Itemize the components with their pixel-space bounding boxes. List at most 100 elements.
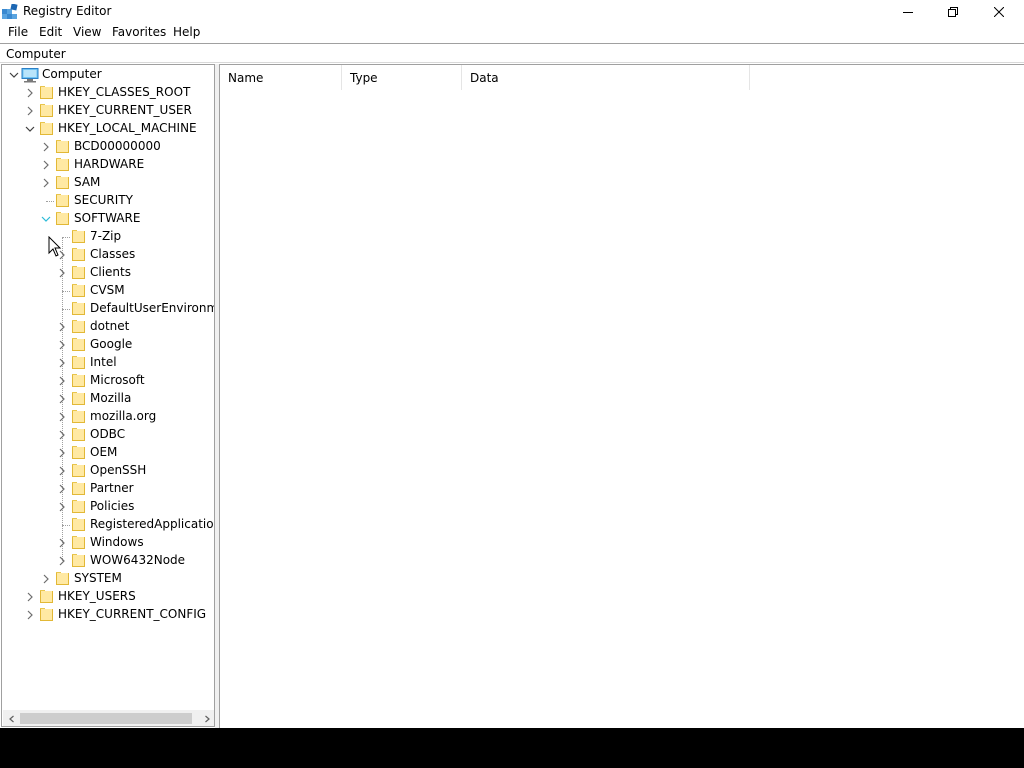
folder-icon: [72, 374, 85, 388]
tree-item-mozilla-org[interactable]: mozilla.org: [2, 408, 214, 426]
folder-icon: [72, 302, 85, 316]
close-button[interactable]: [976, 0, 1021, 23]
chevron-right-icon[interactable]: [56, 465, 68, 477]
menu-edit[interactable]: Edit: [39, 25, 62, 39]
tree-label: Google: [90, 337, 133, 351]
chevron-right-icon[interactable]: [56, 537, 68, 549]
chevron-right-icon[interactable]: [56, 375, 68, 387]
values-list-pane[interactable]: Name Type Data: [219, 64, 1024, 728]
tree-item-software[interactable]: SOFTWARE: [2, 210, 214, 228]
chevron-right-icon[interactable]: [40, 141, 52, 153]
menu-favorites[interactable]: Favorites: [112, 25, 166, 39]
folder-icon: [72, 392, 85, 406]
folder-icon: [72, 266, 85, 280]
folder-icon: [72, 230, 85, 244]
tree-item-wow6432node[interactable]: WOW6432Node: [2, 552, 214, 570]
tree-label: Microsoft: [90, 373, 145, 387]
tree-item-classes[interactable]: Classes: [2, 246, 214, 264]
tree-item-openssh[interactable]: OpenSSH: [2, 462, 214, 480]
column-header-type[interactable]: Type: [342, 65, 462, 90]
title-bar[interactable]: Registry Editor: [0, 0, 1024, 23]
tree-label: BCD00000000: [74, 139, 161, 153]
address-bar[interactable]: Computer: [0, 43, 1024, 63]
address-input[interactable]: Computer: [6, 47, 66, 61]
chevron-right-icon[interactable]: [56, 501, 68, 513]
folder-icon: [72, 554, 85, 568]
tree-label: Policies: [90, 499, 135, 513]
minimize-icon: [902, 11, 913, 13]
chevron-right-icon[interactable]: [40, 177, 52, 189]
menu-file[interactable]: File: [8, 25, 28, 39]
minimize-button[interactable]: [885, 0, 930, 23]
chevron-right-icon[interactable]: [40, 159, 52, 171]
tree-item-oem[interactable]: OEM: [2, 444, 214, 462]
column-header-name[interactable]: Name: [220, 65, 342, 90]
chevron-right-icon[interactable]: [24, 87, 36, 99]
chevron-down-icon[interactable]: [24, 123, 36, 135]
chevron-right-icon[interactable]: [56, 357, 68, 369]
folder-icon: [72, 320, 85, 334]
tree-item-policies[interactable]: Policies: [2, 498, 214, 516]
tree-item-microsoft[interactable]: Microsoft: [2, 372, 214, 390]
chevron-down-icon[interactable]: [40, 213, 52, 225]
tree-item-security[interactable]: SECURITY: [2, 192, 214, 210]
tree-item-defaultuserenvironment[interactable]: DefaultUserEnvironmen: [2, 300, 214, 318]
tree-item-registeredapplications[interactable]: RegisteredApplications: [2, 516, 214, 534]
folder-icon: [40, 608, 53, 622]
tree-item-hkey-classes-root[interactable]: HKEY_CLASSES_ROOT: [2, 84, 214, 102]
tree-item-hkey-current-config[interactable]: HKEY_CURRENT_CONFIG: [2, 606, 214, 624]
key-tree-pane[interactable]: Computer HKEY_CLASSES_ROOT HKEY_CURRENT_…: [1, 64, 215, 727]
column-header-label: Data: [470, 71, 499, 85]
scrollbar-thumb[interactable]: [20, 713, 192, 724]
folder-icon: [72, 284, 85, 298]
chevron-right-icon[interactable]: [56, 483, 68, 495]
folder-icon: [56, 140, 69, 154]
tree-item-mozilla[interactable]: Mozilla: [2, 390, 214, 408]
tree-item-google[interactable]: Google: [2, 336, 214, 354]
chevron-right-icon[interactable]: [24, 609, 36, 621]
folder-icon: [72, 500, 85, 514]
chevron-right-icon[interactable]: [56, 321, 68, 333]
tree-item-dotnet[interactable]: dotnet: [2, 318, 214, 336]
tree-item-clients[interactable]: Clients: [2, 264, 214, 282]
chevron-right-icon[interactable]: [56, 447, 68, 459]
menu-help[interactable]: Help: [173, 25, 200, 39]
chevron-right-icon[interactable]: [56, 339, 68, 351]
horizontal-scrollbar[interactable]: [3, 710, 214, 726]
chevron-right-icon[interactable]: [56, 267, 68, 279]
menu-view[interactable]: View: [73, 25, 101, 39]
chevron-right-icon[interactable]: [56, 555, 68, 567]
tree-item-windows[interactable]: Windows: [2, 534, 214, 552]
scroll-right-button[interactable]: [198, 710, 214, 726]
tree-item-7-zip[interactable]: 7-Zip: [2, 228, 214, 246]
tree-item-sam[interactable]: SAM: [2, 174, 214, 192]
tree-item-hkey-current-user[interactable]: HKEY_CURRENT_USER: [2, 102, 214, 120]
folder-icon: [40, 590, 53, 604]
tree-label: Intel: [90, 355, 117, 369]
chevron-down-icon[interactable]: [8, 69, 20, 81]
tree-label: 7-Zip: [90, 229, 122, 243]
scroll-left-button[interactable]: [3, 710, 20, 726]
chevron-right-icon[interactable]: [24, 105, 36, 117]
tree-item-hardware[interactable]: HARDWARE: [2, 156, 214, 174]
tree-label: Clients: [90, 265, 131, 279]
tree-item-hkey-local-machine[interactable]: HKEY_LOCAL_MACHINE: [2, 120, 214, 138]
tree-item-intel[interactable]: Intel: [2, 354, 214, 372]
folder-icon: [72, 536, 85, 550]
column-header-data[interactable]: Data: [462, 65, 750, 90]
tree-label: dotnet: [90, 319, 130, 333]
tree-item-bcd00000000[interactable]: BCD00000000: [2, 138, 214, 156]
tree-item-partner[interactable]: Partner: [2, 480, 214, 498]
chevron-right-icon[interactable]: [56, 411, 68, 423]
chevron-right-icon[interactable]: [56, 429, 68, 441]
restore-button[interactable]: [930, 0, 975, 23]
chevron-right-icon[interactable]: [24, 591, 36, 603]
chevron-right-icon[interactable]: [40, 573, 52, 585]
tree-item-hkey-users[interactable]: HKEY_USERS: [2, 588, 214, 606]
tree-item-cvsm[interactable]: CVSM: [2, 282, 214, 300]
folder-icon: [72, 446, 85, 460]
tree-item-odbc[interactable]: ODBC: [2, 426, 214, 444]
tree-item-system[interactable]: SYSTEM: [2, 570, 214, 588]
chevron-right-icon[interactable]: [56, 393, 68, 405]
tree-item-computer[interactable]: Computer: [2, 66, 214, 84]
